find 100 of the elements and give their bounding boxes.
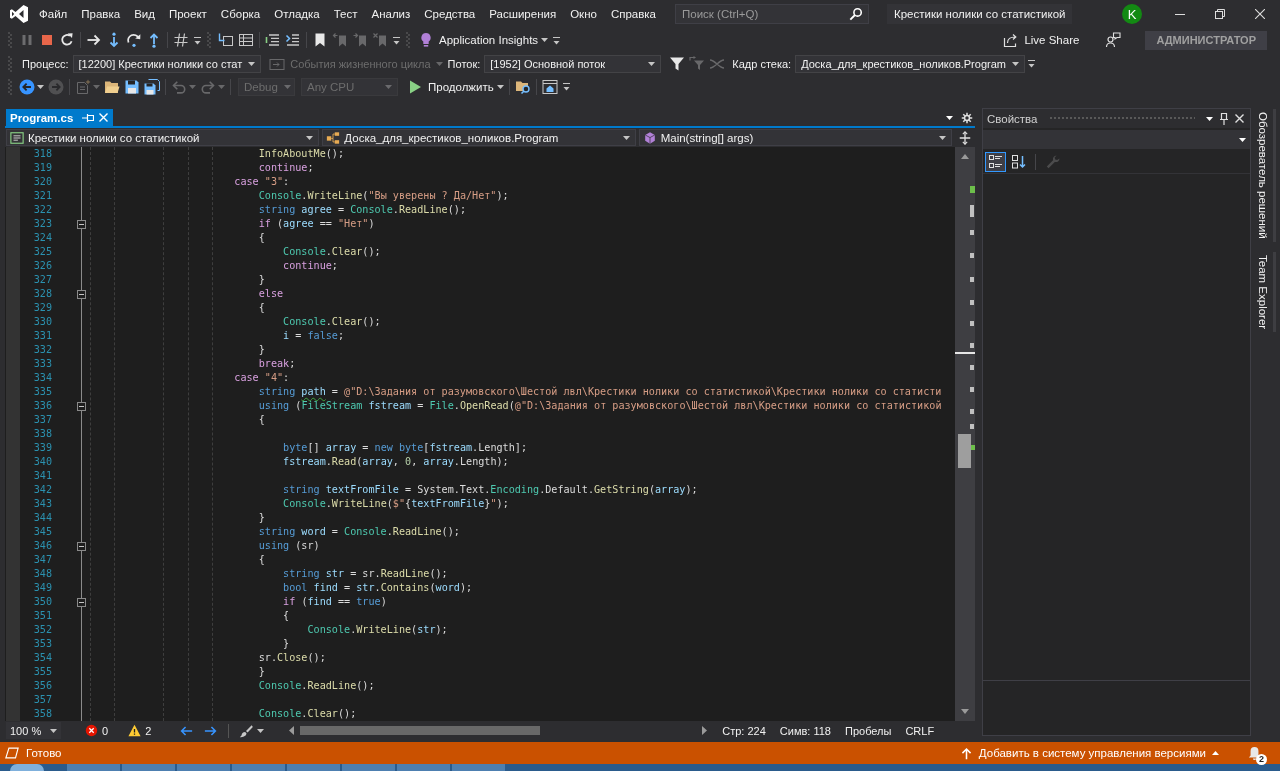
window-house-icon[interactable] xyxy=(541,78,558,95)
minimize-icon[interactable] xyxy=(1175,13,1185,15)
categorized-button[interactable] xyxy=(985,152,1006,172)
scroll-thumb[interactable] xyxy=(958,434,971,468)
menu-item[interactable]: Анализ xyxy=(364,0,418,28)
hash-icon[interactable] xyxy=(173,32,189,48)
menu-item[interactable]: Тест xyxy=(326,0,365,28)
errors-button[interactable]: 0 xyxy=(85,724,109,737)
stop-icon[interactable] xyxy=(39,32,55,48)
collapse-icon[interactable] xyxy=(77,401,86,411)
line-number: 333 xyxy=(32,357,52,371)
restore-icon[interactable] xyxy=(1215,9,1225,19)
box-line-icon[interactable] xyxy=(218,32,234,48)
close-icon[interactable] xyxy=(1235,114,1244,123)
pin-icon[interactable] xyxy=(1220,112,1228,125)
code-line: continue; xyxy=(283,259,338,273)
menu-item[interactable]: Проект xyxy=(161,0,214,28)
process-dropdown[interactable]: [12200] Крестики нолики со стат xyxy=(72,54,262,73)
logo-icon[interactable] xyxy=(9,4,29,24)
brush-icon[interactable] xyxy=(239,723,254,738)
search-field[interactable]: Поиск (Ctrl+Q) xyxy=(675,4,869,24)
caret-right-icon[interactable] xyxy=(702,726,708,735)
vertical-scrollbar[interactable] xyxy=(955,147,975,721)
caret-icon xyxy=(648,61,656,66)
line-number: 328 xyxy=(32,287,52,301)
arrow-up-icon xyxy=(959,746,973,760)
menu-item[interactable]: Сборка xyxy=(213,0,268,28)
caret-icon xyxy=(50,728,57,733)
source-control-button[interactable]: Добавить в систему управления версиями xyxy=(959,746,1219,760)
collapse-icon[interactable] xyxy=(77,219,86,229)
line-number: 345 xyxy=(32,525,52,539)
caret-left-icon[interactable] xyxy=(289,726,295,735)
menu-item[interactable]: Окно xyxy=(563,0,604,28)
collapse-icon[interactable] xyxy=(77,541,86,551)
caret-icon[interactable] xyxy=(1206,116,1213,121)
menu-item[interactable]: Отладка xyxy=(267,0,327,28)
menu-item[interactable]: Справка xyxy=(603,0,663,28)
menu-item[interactable]: Расширения xyxy=(482,0,564,28)
type-dropdown[interactable]: Доска_для_крестиков_ноликов.Program xyxy=(322,129,636,146)
overflow-icon[interactable] xyxy=(562,82,570,91)
caret-icon[interactable] xyxy=(946,115,953,120)
menu-item[interactable]: Правка xyxy=(74,0,128,28)
lines-icon[interactable] xyxy=(265,32,281,48)
feedback-icon[interactable] xyxy=(1105,32,1122,48)
overflow-icon[interactable] xyxy=(194,35,201,45)
zoom-dropdown[interactable]: 100 % xyxy=(6,722,61,739)
close-icon[interactable] xyxy=(1255,9,1265,19)
continue-button[interactable]: Продолжить xyxy=(407,78,494,95)
caret-icon[interactable] xyxy=(257,728,265,733)
gear-icon[interactable] xyxy=(961,111,973,124)
line-number: 352 xyxy=(32,623,52,637)
save-all-icon[interactable] xyxy=(144,78,160,95)
column-indicator[interactable]: Симв: 118 xyxy=(779,724,831,737)
caret-down-icon[interactable] xyxy=(961,709,969,714)
scroll-thumb[interactable] xyxy=(300,726,541,735)
menu-item[interactable]: Средства xyxy=(417,0,483,28)
line-number: 354 xyxy=(32,651,52,665)
line-ending-indicator[interactable]: CRLF xyxy=(905,724,935,737)
caret-icon[interactable] xyxy=(496,84,504,89)
search-icon[interactable] xyxy=(849,7,863,21)
line-number: 330 xyxy=(32,315,52,329)
indentation-indicator[interactable]: Пробелы xyxy=(845,724,892,737)
curved-arrow-icon[interactable] xyxy=(126,32,142,48)
menu-item[interactable]: Вид xyxy=(127,0,162,28)
code-line: } xyxy=(258,273,265,287)
live-share-button[interactable]: Live Share xyxy=(1003,32,1080,48)
start-button[interactable] xyxy=(10,764,44,771)
save-icon[interactable] xyxy=(124,78,140,95)
code-line: string str = sr.ReadLine(); xyxy=(283,567,448,581)
lines-chevron-icon[interactable] xyxy=(285,32,301,48)
caret-icon[interactable] xyxy=(37,84,44,89)
code-line: bool find = str.Contains(word); xyxy=(283,581,473,595)
line-indicator[interactable]: Стр: 224 xyxy=(722,724,766,737)
caret-icon[interactable] xyxy=(541,38,549,42)
side-tab[interactable]: Обозреватель решений xyxy=(1252,109,1276,242)
project-dropdown[interactable]: Крестики нолики со статистикой xyxy=(6,129,320,146)
table-icon[interactable] xyxy=(238,32,254,48)
bookmark-icon[interactable] xyxy=(312,32,328,48)
overflow-icon[interactable] xyxy=(553,35,561,45)
caret-icon xyxy=(1212,751,1219,755)
overflow-icon[interactable] xyxy=(393,35,400,45)
code-line: i = false; xyxy=(283,329,345,343)
caret-up-icon[interactable] xyxy=(961,154,969,159)
overflow-icon[interactable] xyxy=(1027,59,1035,68)
project-icon xyxy=(10,130,24,145)
member-dropdown[interactable]: Main(string[] args) xyxy=(638,129,952,146)
menu-item[interactable]: Файл xyxy=(32,0,75,28)
filter-icon[interactable] xyxy=(669,55,686,72)
double-arrow-cross-icon[interactable] xyxy=(958,130,972,145)
account-avatar[interactable]: K xyxy=(1122,4,1142,24)
side-tab[interactable]: Team Explorer xyxy=(1252,251,1276,332)
warnings-button[interactable]: 2 xyxy=(128,724,152,737)
arrow-right-icon[interactable] xyxy=(86,32,102,48)
back-icon[interactable] xyxy=(19,78,35,95)
collapse-icon[interactable] xyxy=(77,289,86,299)
insights-button[interactable]: Application Insights xyxy=(418,32,539,48)
circular-arrow-icon[interactable] xyxy=(59,32,75,48)
thread-dropdown[interactable]: [1952] Основной поток xyxy=(484,54,662,73)
stack-frame-dropdown[interactable]: Доска_для_крестиков_ноликов.Program xyxy=(795,54,1025,73)
collapse-icon[interactable] xyxy=(77,597,86,607)
